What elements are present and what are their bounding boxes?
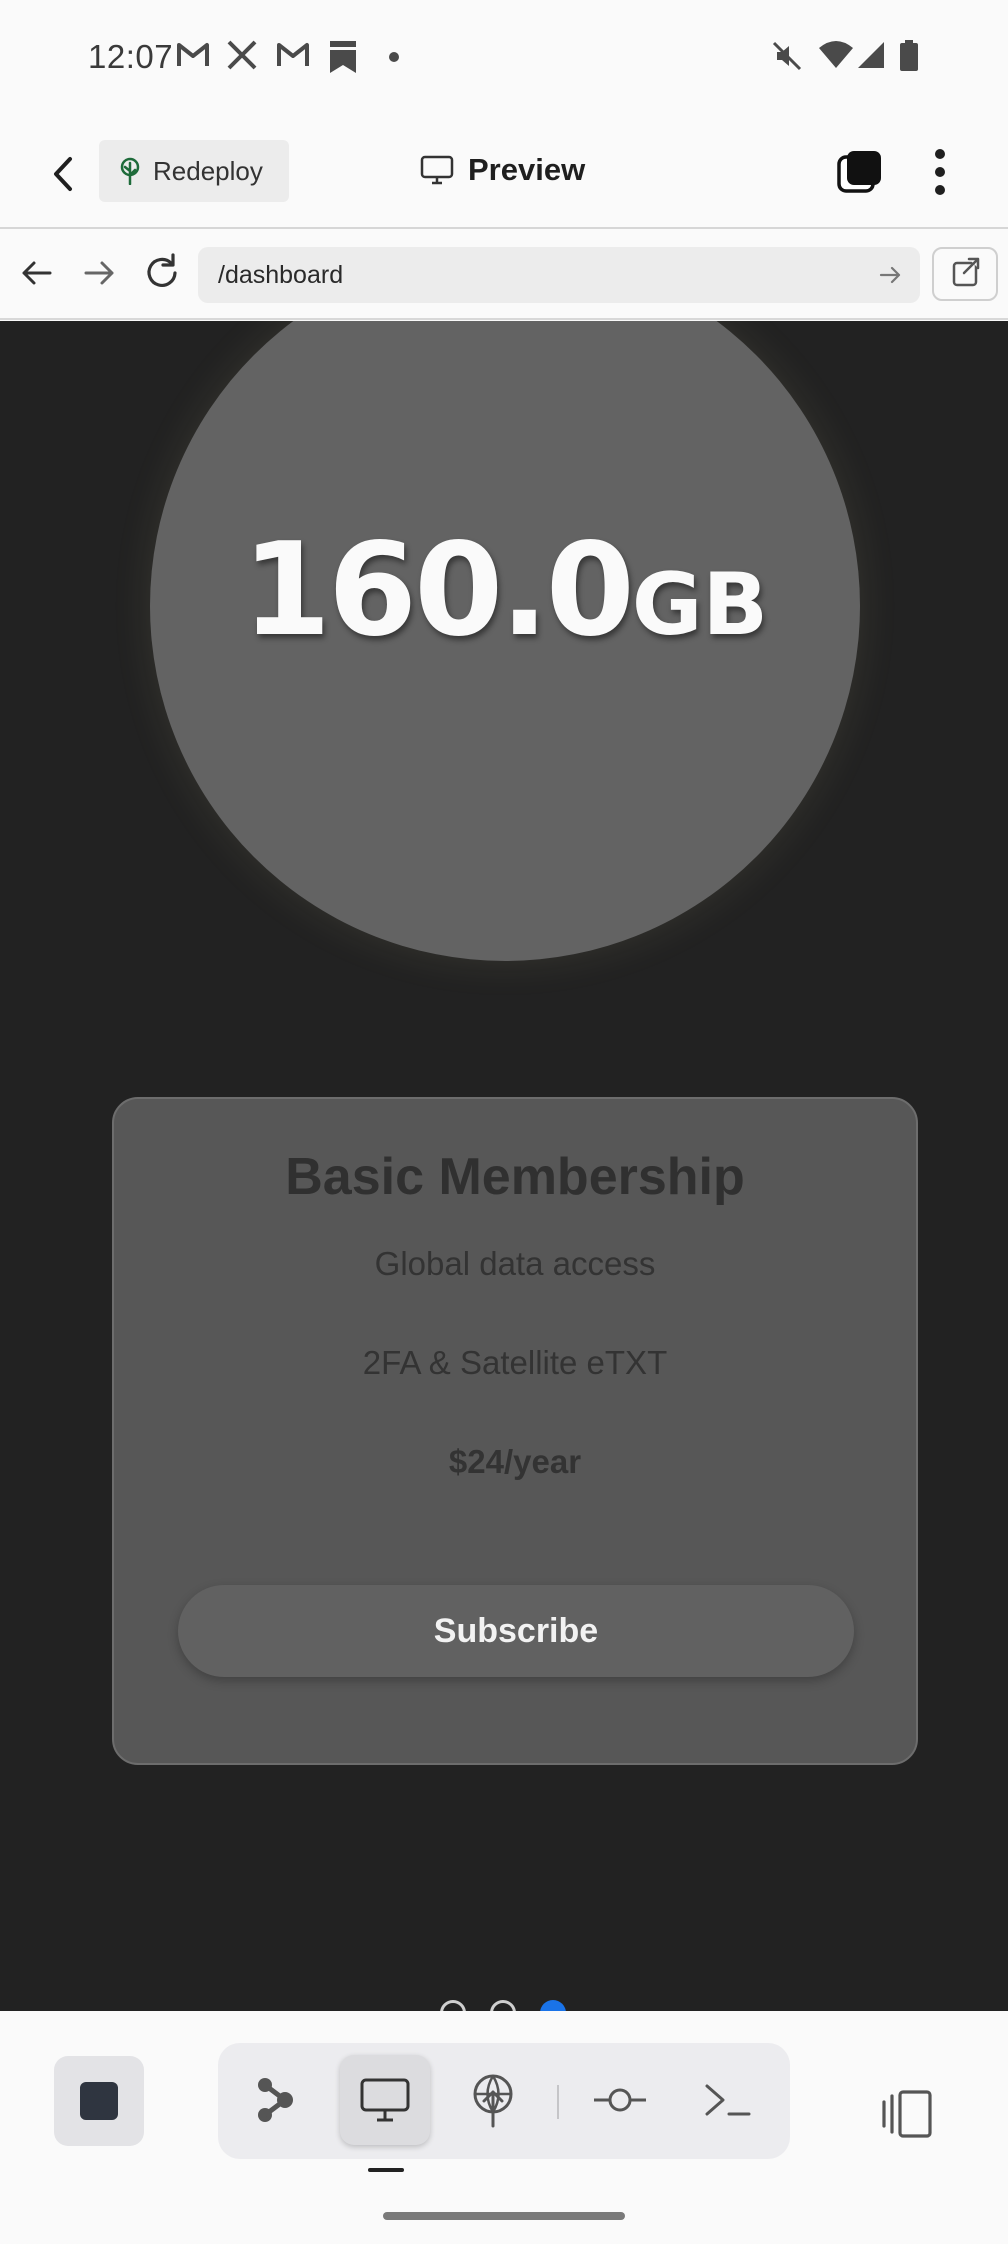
terminal-icon [705, 2084, 751, 2116]
commit-button[interactable] [575, 2055, 665, 2145]
plan-price: $24/year [448, 1443, 582, 1480]
nav-forward-icon[interactable] [78, 251, 122, 295]
redeploy-label: Redeploy [153, 155, 263, 186]
toolbar-divider [557, 2085, 559, 2119]
preview-label: Preview [468, 152, 586, 187]
commit-icon [594, 2088, 646, 2112]
storage-value: 160.0GB [150, 516, 860, 665]
deploy-button[interactable] [448, 2055, 538, 2145]
mute-icon [772, 41, 802, 71]
plan-card: Basic Membership Global data access 2FA … [112, 1097, 918, 1765]
redeploy-button[interactable]: Redeploy [99, 140, 289, 202]
bottom-toolbar [0, 2011, 1008, 2244]
open-external-button[interactable] [932, 247, 998, 301]
carousel-dot-active[interactable] [540, 2000, 566, 2011]
tree-icon [120, 157, 140, 185]
nav-back-icon[interactable] [14, 251, 58, 295]
battery-icon [900, 40, 918, 71]
monitor-icon [420, 155, 454, 185]
tool-group [218, 2043, 790, 2159]
monitor-icon [360, 2078, 410, 2122]
active-tool-indicator [368, 2168, 404, 2172]
carousel-dot[interactable] [440, 2000, 466, 2011]
wifi-icon [819, 41, 853, 68]
x-icon [227, 40, 257, 70]
bookmark-icon [330, 41, 356, 73]
signal-icon [858, 42, 884, 68]
stop-button[interactable] [54, 2056, 144, 2146]
status-bar: 12:07 [0, 0, 1008, 115]
graph-icon [258, 2078, 293, 2122]
storage-unit: GB [631, 555, 768, 655]
gmail-icon [177, 43, 209, 66]
tabs-icon[interactable] [836, 148, 884, 196]
web-preview: 160.0GB Basic Membership Global data acc… [0, 321, 1008, 2011]
gmail-icon [277, 43, 309, 66]
more-vert-icon[interactable] [922, 145, 958, 199]
notification-dot-icon [389, 52, 399, 62]
plan-feature: 2FA & Satellite eTXT [362, 1344, 668, 1381]
graph-button[interactable] [230, 2055, 320, 2145]
carousel-dot[interactable] [490, 2000, 516, 2011]
subscribe-button[interactable]: Subscribe [178, 1585, 854, 1677]
go-arrow-icon[interactable] [876, 261, 904, 289]
plan-title: Basic Membership [285, 1148, 745, 1206]
preview-title: Preview [420, 145, 585, 195]
deploy-icon [473, 2074, 513, 2128]
stop-icon [80, 2082, 118, 2120]
panel-toggle-icon[interactable] [876, 2082, 940, 2146]
plan-feature: Global data access [374, 1245, 656, 1282]
status-time: 12:07 [88, 38, 174, 75]
app-bar: Redeploy Preview [0, 115, 1008, 229]
url-bar: /dashboard [0, 231, 1008, 320]
storage-number: 160.0 [241, 516, 635, 665]
terminal-button[interactable] [683, 2055, 773, 2145]
reload-icon[interactable] [140, 251, 184, 295]
back-arrow-icon[interactable] [40, 149, 90, 199]
url-input[interactable]: /dashboard [198, 247, 920, 303]
preview-tool-button[interactable] [340, 2055, 430, 2145]
url-text: /dashboard [218, 260, 344, 289]
external-link-icon [952, 257, 980, 287]
gesture-bar[interactable] [383, 2212, 625, 2220]
